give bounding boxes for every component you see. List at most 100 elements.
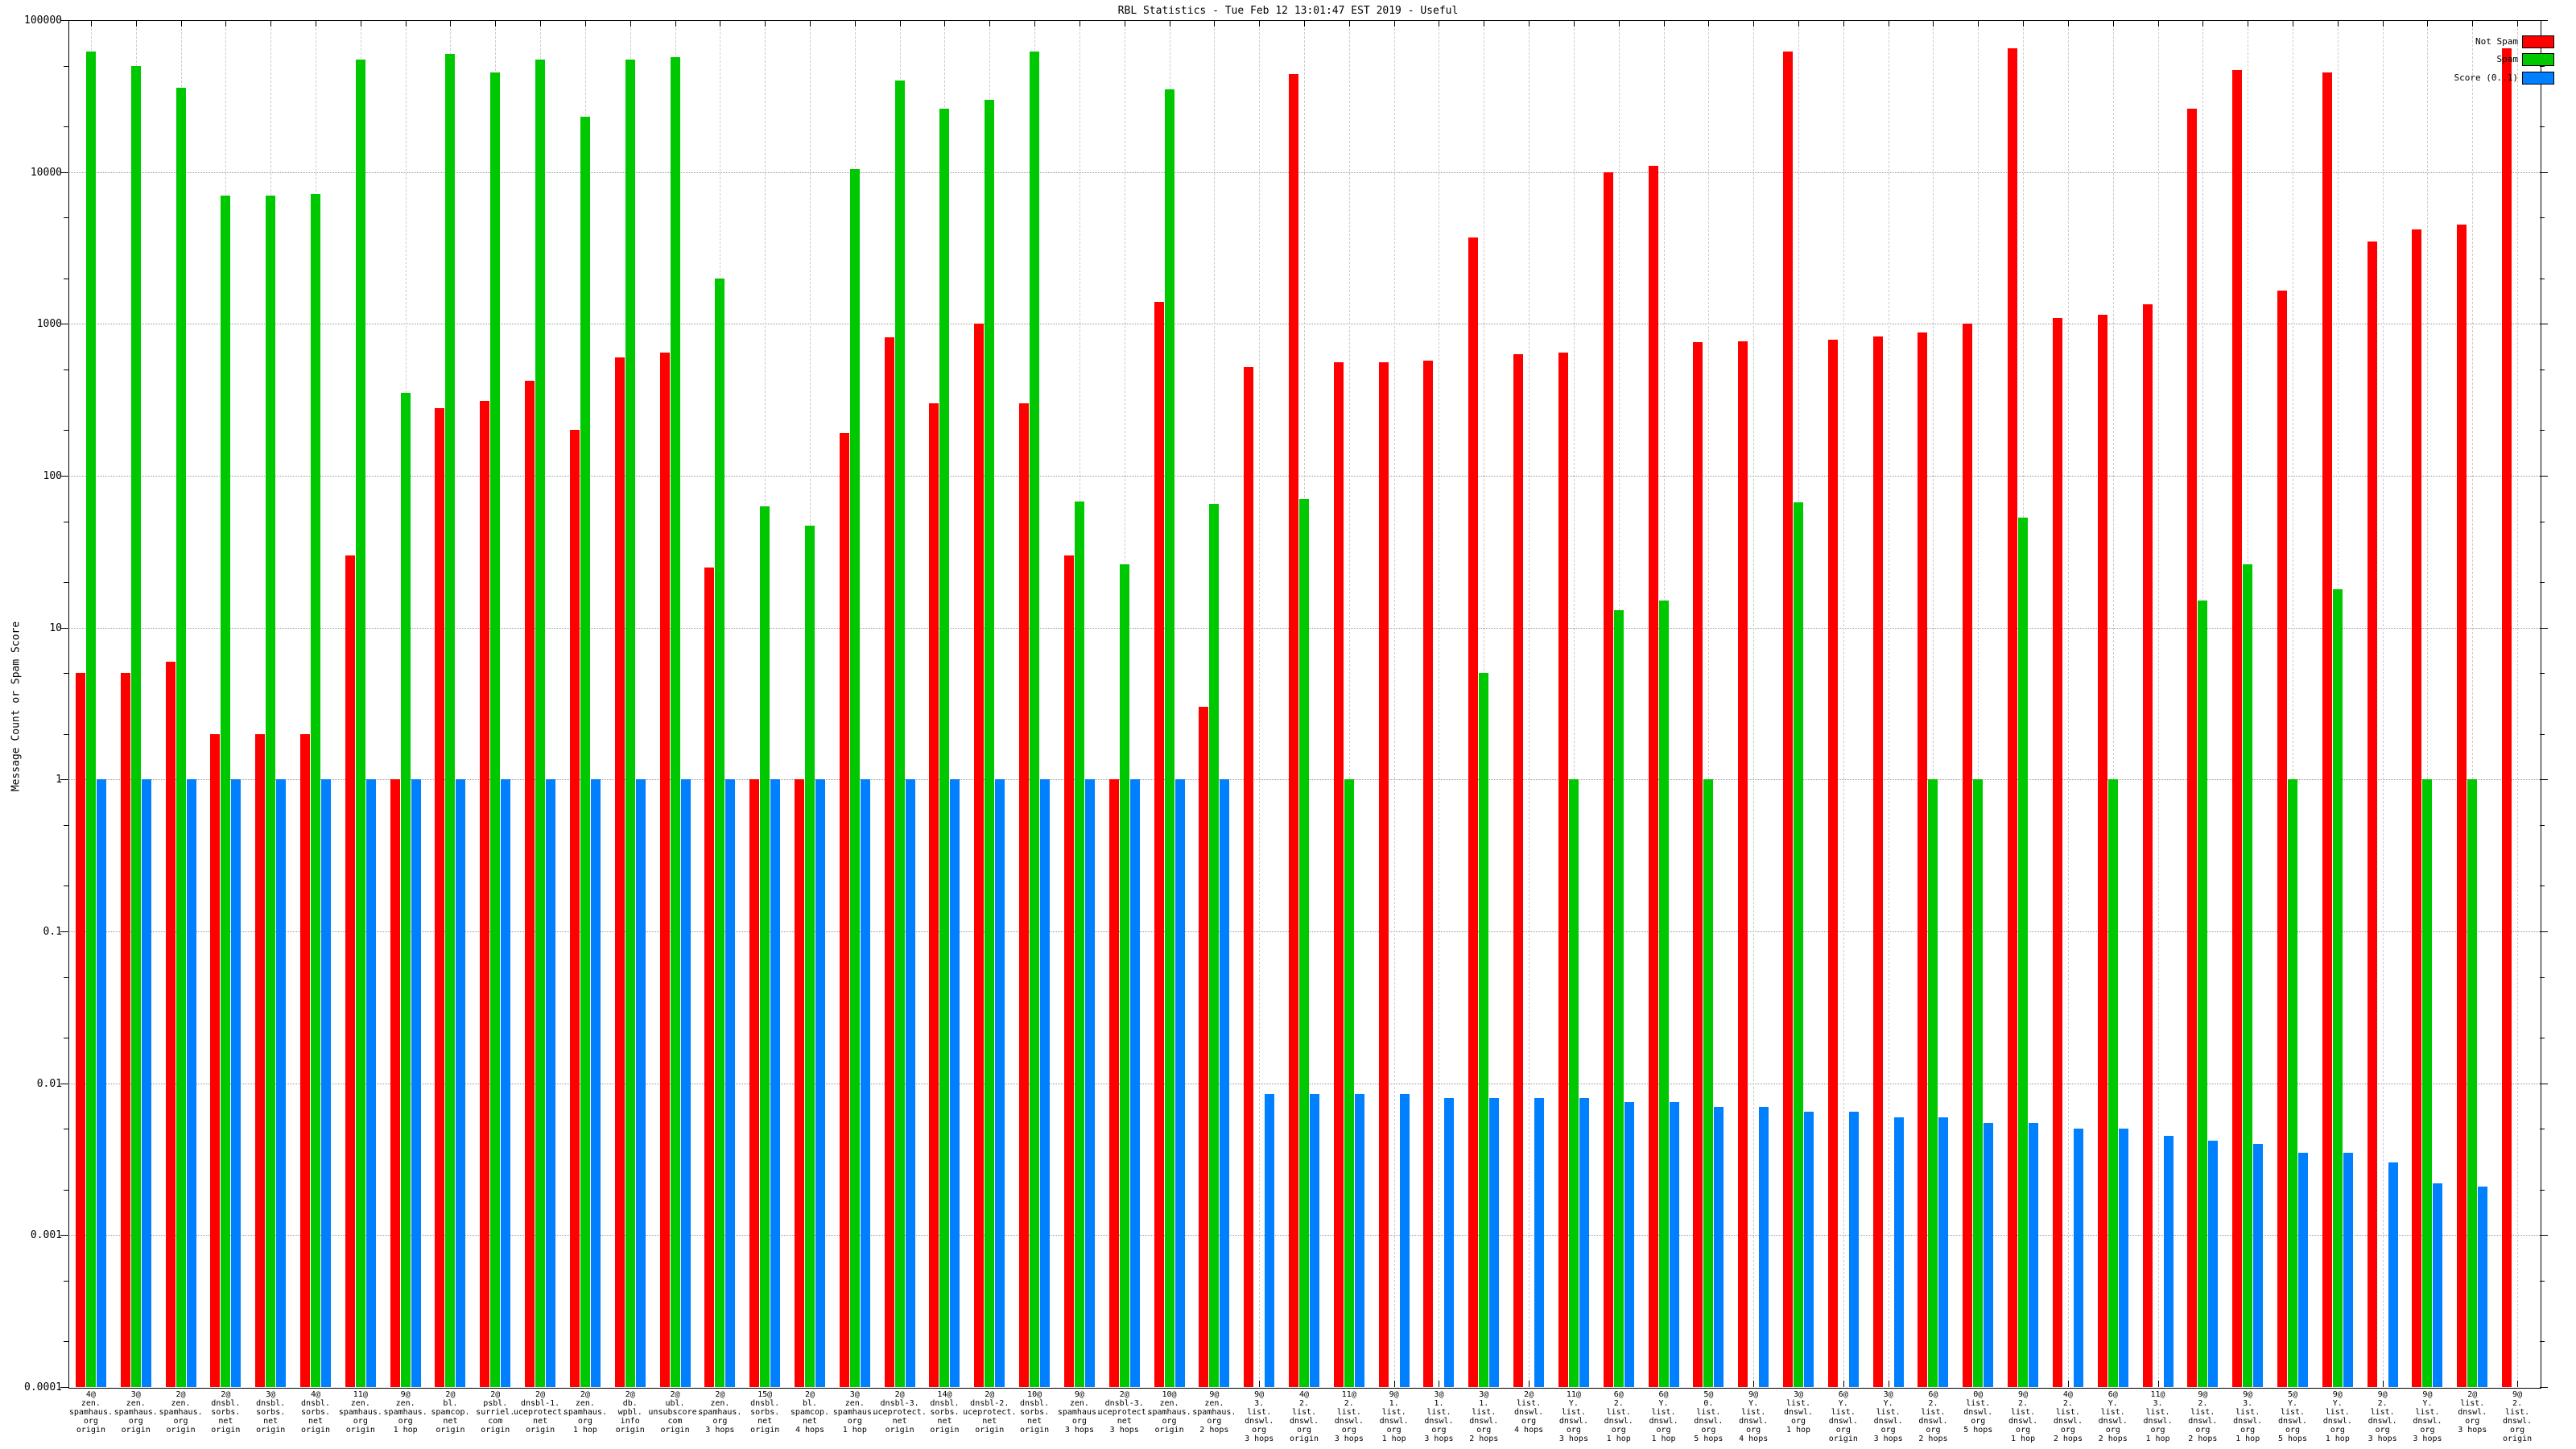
bar-spam: [1209, 504, 1220, 1387]
bar-spam: [85, 52, 96, 1387]
y-tick-label: 100: [43, 470, 62, 482]
y-tick-label: 10: [49, 621, 62, 634]
bar-spam: [535, 59, 546, 1387]
bar-score: [456, 779, 466, 1387]
bar-score: [770, 779, 781, 1387]
x-tick-top: [2427, 20, 2429, 27]
x-tick-top: [1573, 20, 1575, 27]
y-minor-tick-right: [2540, 369, 2545, 371]
bar-spam: [894, 80, 905, 1387]
bar-score: [1265, 1093, 1275, 1387]
bar-score: [995, 779, 1005, 1387]
x-tick-top: [180, 20, 182, 27]
x-tick-top: [2067, 20, 2069, 27]
y-minor-tick-left: [64, 126, 68, 127]
x-tick-bottom: [1753, 1381, 1755, 1387]
bar-not-spam: [839, 433, 849, 1387]
bar-not-spam: [345, 555, 355, 1387]
bar-not-spam: [1783, 52, 1793, 1387]
y-minor-tick-left: [64, 976, 68, 978]
bar-score: [1759, 1106, 1769, 1387]
bar-spam: [1344, 779, 1354, 1387]
x-tick-top: [1978, 20, 1979, 27]
legend-row-spam: Spam: [2334, 53, 2568, 66]
y-minor-tick-left: [64, 733, 68, 735]
y-minor-tick-left: [64, 1281, 68, 1282]
legend-label-not-spam: Not Spam: [2475, 36, 2518, 47]
bar-not-spam: [255, 733, 266, 1387]
bar-not-spam: [75, 673, 85, 1387]
x-tick-top: [90, 20, 92, 27]
x-tick-label-line: org: [2510, 1426, 2525, 1435]
bar-not-spam: [1963, 324, 1973, 1387]
x-tick-bottom: [1529, 1381, 1530, 1387]
bar-not-spam: [2367, 241, 2377, 1387]
bar-spam: [311, 193, 320, 1387]
x-tick-top: [1348, 20, 1350, 27]
bar-spam: [2018, 518, 2029, 1387]
y-minor-tick-right: [2540, 1341, 2545, 1343]
x-tick-label-line: 9@: [2512, 1390, 2523, 1399]
x-tick-top: [1843, 20, 1844, 27]
bar-score: [2343, 1152, 2353, 1387]
y-minor-tick-right: [2540, 1281, 2545, 1282]
x-tick-top: [810, 20, 811, 27]
x-tick-top: [2517, 20, 2519, 27]
y-major-tick-left: [60, 1387, 68, 1388]
bar-spam: [175, 87, 186, 1387]
bar-score: [1084, 779, 1095, 1387]
x-tick-label-line: 2 hops: [1918, 1435, 1948, 1443]
v-gridline: [2067, 20, 2069, 1387]
x-tick-bottom: [1393, 1381, 1395, 1387]
bar-score: [1489, 1097, 1500, 1387]
x-tick-bottom: [2382, 1381, 2384, 1387]
x-tick-top: [1753, 20, 1755, 27]
y-major-tick-right: [2540, 171, 2548, 173]
bar-score: [1220, 779, 1230, 1387]
y-minor-tick-left: [64, 1189, 68, 1191]
x-tick-label-line: 2 hops: [1469, 1435, 1499, 1443]
bar-spam: [1613, 610, 1624, 1387]
legend-row-score: Score (0..1): [2334, 72, 2568, 85]
bar-not-spam: [1918, 332, 1928, 1387]
x-tick-top: [630, 20, 631, 27]
y-minor-tick-left: [64, 581, 68, 583]
bar-not-spam: [749, 779, 760, 1387]
bar-not-spam: [2277, 291, 2287, 1387]
y-tick-label: 0.1: [43, 926, 62, 938]
bar-score: [1848, 1111, 1859, 1387]
bar-not-spam: [704, 567, 715, 1387]
bar-not-spam: [2412, 229, 2422, 1387]
x-tick-label-line: 3 hops: [2413, 1435, 2442, 1443]
bar-spam: [1030, 52, 1040, 1387]
v-gridline: [1259, 20, 1261, 1387]
y-major-tick-left: [60, 20, 68, 21]
bar-spam: [715, 278, 725, 1387]
bar-not-spam: [1827, 339, 1838, 1387]
bar-not-spam: [2322, 72, 2332, 1387]
bar-not-spam: [1648, 165, 1658, 1387]
bar-score: [1399, 1093, 1410, 1387]
bar-not-spam: [1872, 336, 1883, 1387]
bar-not-spam: [1154, 301, 1164, 1387]
bar-not-spam: [1378, 361, 1389, 1387]
bar-not-spam: [884, 336, 894, 1387]
y-tick-label: 1000: [36, 318, 62, 331]
y-major-tick-left: [60, 931, 68, 932]
x-tick-top: [2112, 20, 2114, 27]
bar-not-spam: [929, 402, 939, 1387]
bar-score: [1534, 1097, 1545, 1387]
bar-spam: [2288, 779, 2297, 1387]
bar-score: [186, 779, 196, 1387]
x-tick-top: [1618, 20, 1620, 27]
x-tick-top: [1529, 20, 1530, 27]
bar-spam: [849, 168, 860, 1387]
bar-spam: [445, 53, 456, 1387]
y-major-tick-right: [2540, 931, 2548, 932]
bar-spam: [2332, 588, 2343, 1387]
x-tick-top: [405, 20, 407, 27]
bar-score: [411, 779, 421, 1387]
y-minor-tick-right: [2540, 1189, 2545, 1191]
bar-score: [635, 779, 646, 1387]
y-tick-label: 1: [56, 774, 62, 786]
